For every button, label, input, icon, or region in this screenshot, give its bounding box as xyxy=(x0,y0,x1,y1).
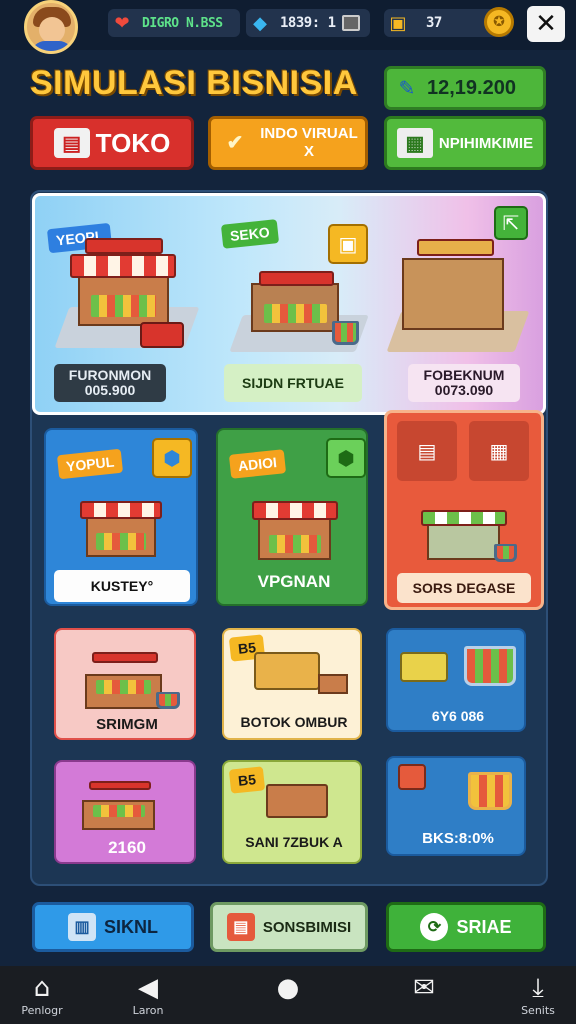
cart-icon xyxy=(468,772,512,810)
player-avatar[interactable] xyxy=(24,0,78,54)
register-icon: ▤ xyxy=(53,128,90,158)
shop-card-4[interactable]: YOPUL ⬢ KUSTEY° xyxy=(44,428,198,606)
avatar-shirt xyxy=(31,41,73,51)
resource-coins[interactable]: ▣ 37 ✪ xyxy=(384,7,514,37)
tab-toko-label: TOKO xyxy=(95,127,171,158)
bottom-button-right-label: SRIAE xyxy=(456,916,512,937)
shop-card-8-caption: BOTOK OMBUR xyxy=(240,714,348,730)
bottom-button-middle-label: SONSBIMISI xyxy=(262,918,352,936)
resource-energy[interactable]: ❤ DIGRO N.BSS xyxy=(108,9,240,37)
nav-center[interactable]: ● xyxy=(248,972,328,1004)
phone-icon: ▤ xyxy=(226,913,255,941)
resource-coins-value: 37 xyxy=(426,15,442,31)
bus-icon xyxy=(254,652,320,690)
shop-card-4-caption: KUSTEY° xyxy=(54,570,190,602)
shop-card-11-caption: SANI 7ZBUK A xyxy=(245,834,343,850)
avatar-face xyxy=(39,17,65,43)
nav-home[interactable]: ⌂ Penlogr xyxy=(2,972,82,1017)
heart-icon: ❤ xyxy=(114,12,130,34)
cube-icon: ⬢ xyxy=(152,438,192,478)
shop-illustration xyxy=(229,242,369,352)
shop-card-8[interactable]: B5 BOTOK OMBUR xyxy=(222,628,362,740)
shop-card-9[interactable]: 6Y6 086 xyxy=(386,628,526,732)
shop-card-6[interactable]: ▤ ▦ SORS DEGASE xyxy=(384,410,544,610)
bottom-button-left[interactable]: ▥ SIKNL xyxy=(32,902,194,952)
shop-card-11-tag: B5 xyxy=(228,766,266,794)
bottom-button-left-label: SIKNL xyxy=(104,916,158,937)
stall-illustration xyxy=(72,636,182,714)
tab-virtual[interactable]: ✔ INDO VIRUAL X xyxy=(208,116,368,170)
truck-icon xyxy=(140,322,184,348)
page-title: SIMULASI BISNISIA xyxy=(30,64,358,102)
gold-coin-icon: ✪ xyxy=(484,7,514,37)
nav-download-label: Senits xyxy=(521,1004,555,1017)
check-icon: ✔ xyxy=(226,132,244,154)
shop-card-5[interactable]: ADIOI ⬢ VPGNAN xyxy=(216,428,368,606)
shop-card-10-caption: 2160 xyxy=(108,838,146,857)
shop-card-2[interactable]: SEKO ▣ SIJDN FRTUAE xyxy=(212,198,382,410)
nav-mail[interactable]: ✉ xyxy=(384,972,464,1004)
box-icon: ▦ xyxy=(469,421,529,481)
resource-energy-value: DIGRO N.BSS xyxy=(142,15,223,31)
tab-spreadsheet-label: NPIHIMKIMIE xyxy=(438,134,534,152)
shop-card-1-caption: FURONMON 005.900 xyxy=(54,364,166,402)
bottom-button-right[interactable]: ⟳ SRIAE xyxy=(386,902,546,952)
stall-illustration xyxy=(246,472,350,568)
crate-icon xyxy=(318,674,348,694)
close-button[interactable]: ✕ xyxy=(527,6,565,42)
shop-card-6-caption: SORS DEGASE xyxy=(397,573,531,603)
stall-illustration xyxy=(70,768,174,834)
jar-icon: ▥ xyxy=(68,913,96,941)
nav-download[interactable]: ⤓ Senits xyxy=(498,972,576,1017)
office-illustration xyxy=(386,232,530,352)
resource-gems[interactable]: ◆ 1839: 1 xyxy=(246,9,370,37)
coin-stack-icon: ▣ xyxy=(389,12,407,34)
shop-card-5-caption: VPGNAN xyxy=(257,572,331,591)
system-nav-bar: ⌂ Penlogr ◀ Laron ● ✉ ⤓ Senits xyxy=(0,966,576,1024)
box-icon: ▤ xyxy=(397,421,457,481)
shop-card-3-caption: FOBEKNUM 0073.090 xyxy=(408,364,520,402)
nav-back-label: Laron xyxy=(132,1004,164,1017)
shop-card-7[interactable]: SRIMGM xyxy=(54,628,196,740)
home-icon: ⌂ xyxy=(33,973,51,1003)
shop-card-12-caption: BKS:8:0% xyxy=(422,830,494,847)
stall-illustration xyxy=(74,474,174,564)
shop-card-1[interactable]: YEOPL FURONMON 005.900 xyxy=(36,198,204,410)
table-icon: ▦ xyxy=(396,128,433,158)
tab-virtual-label: INDO VIRUAL X xyxy=(260,125,358,160)
pencil-icon: ✎ xyxy=(398,76,416,100)
tab-toko[interactable]: ▤ TOKO xyxy=(30,116,194,170)
back-icon: ◀ xyxy=(138,973,158,1003)
shop-card-10[interactable]: 2160 xyxy=(54,760,196,864)
shop-card-11[interactable]: B5 SANI 7ZBUK A xyxy=(222,760,362,864)
shop-card-7-caption: SRIMGM xyxy=(96,716,158,733)
bottom-button-middle[interactable]: ▤ SONSBIMISI xyxy=(210,902,368,952)
lightning-icon: ◆ xyxy=(253,12,267,34)
shop-card-12[interactable]: BKS:8:0% xyxy=(386,756,526,856)
nav-home-label: Penlogr xyxy=(21,1004,63,1017)
resource-gems-value: 1839: 1 xyxy=(280,15,336,31)
cart-icon xyxy=(464,646,516,686)
circle-home-icon: ● xyxy=(276,973,300,1003)
stall-illustration xyxy=(415,485,519,567)
shop-card-2-caption: SIJDN FRTUAE xyxy=(224,364,362,402)
basket-icon xyxy=(398,764,426,790)
refresh-icon: ⟳ xyxy=(420,913,449,941)
close-icon: ✕ xyxy=(535,9,557,39)
shelf-icon xyxy=(266,784,328,818)
van-icon xyxy=(400,652,448,682)
mail-icon: ✉ xyxy=(413,973,435,1003)
battery-icon xyxy=(341,15,360,31)
shop-card-9-caption: 6Y6 086 xyxy=(431,708,485,724)
money-button[interactable]: ✎ 12,19.200 xyxy=(384,66,546,110)
nav-back[interactable]: ◀ Laron xyxy=(108,972,188,1017)
shop-card-3[interactable]: ⇱ FOBEKNUM 0073.090 xyxy=(386,198,542,410)
money-value: 12,19.200 xyxy=(427,76,516,99)
tab-spreadsheet[interactable]: ▦ NPIHIMKIMIE xyxy=(384,116,546,170)
download-icon: ⤓ xyxy=(532,973,544,1003)
